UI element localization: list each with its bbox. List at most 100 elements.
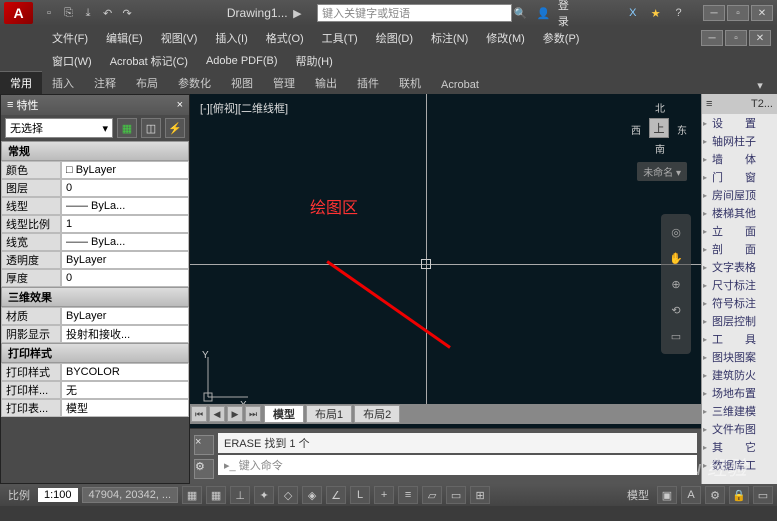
doc-maximize-button[interactable]: ▫ <box>725 30 747 46</box>
search-input[interactable]: 键入关键字或短语 <box>317 4 512 22</box>
tab-nav-last[interactable]: ⏭ <box>245 406 261 422</box>
sb-tpy-button[interactable]: ▱ <box>422 486 442 504</box>
palette-item[interactable]: 楼梯其他 <box>702 204 777 222</box>
orbit-icon[interactable]: ⟲ <box>664 298 688 322</box>
palette-item[interactable]: 图块图案 <box>702 348 777 366</box>
tab-layout2[interactable]: 布局2 <box>354 405 400 423</box>
ribbon-tab-annotate[interactable]: 注释 <box>84 72 126 94</box>
selection-combo[interactable]: 无选择▾ <box>5 118 113 138</box>
sb-qp-button[interactable]: ▭ <box>446 486 466 504</box>
category-plotstyle[interactable]: 打印样式 <box>1 343 189 363</box>
palette-item[interactable]: 墙 体 <box>702 150 777 168</box>
sb-snap-button[interactable]: ▦ <box>182 486 202 504</box>
palette-item[interactable]: 尺寸标注 <box>702 276 777 294</box>
palette-item[interactable]: 建筑防火 <box>702 366 777 384</box>
ribbon-tab-acrobat[interactable]: Acrobat <box>431 76 489 94</box>
sb-lwt-button[interactable]: ≡ <box>398 486 418 504</box>
prop-plotstyle3-value[interactable]: 模型 <box>61 399 189 417</box>
palette-item[interactable]: 三维建模 <box>702 402 777 420</box>
prop-layer-value[interactable]: 0 <box>61 179 189 197</box>
ribbon-tab-parametric[interactable]: 参数化 <box>168 72 221 94</box>
tab-model[interactable]: 模型 <box>264 405 304 423</box>
menu-tools[interactable]: 工具(T) <box>314 27 366 49</box>
ribbon-tab-output[interactable]: 输出 <box>305 72 347 94</box>
palette-item[interactable]: 符号标注 <box>702 294 777 312</box>
close-button[interactable]: ✕ <box>751 5 773 21</box>
sb-otrack-button[interactable]: ∠ <box>326 486 346 504</box>
sb-dyn-button[interactable]: + <box>374 486 394 504</box>
sb-maximize-icon[interactable]: ▣ <box>657 486 677 504</box>
sb-3dosnap-button[interactable]: ◈ <box>302 486 322 504</box>
palette-grip-icon[interactable]: ≡ <box>706 98 712 110</box>
app-logo[interactable]: A <box>4 2 33 24</box>
command-input[interactable]: ▸_ 键入命令 <box>218 455 697 475</box>
command-options-icon[interactable]: ⚙ <box>194 459 214 479</box>
open-icon[interactable]: ⎘ <box>60 4 78 22</box>
new-icon[interactable]: ▫ <box>40 4 58 22</box>
ribbon-expand-icon[interactable]: ▾ <box>751 76 769 94</box>
help-icon[interactable]: ? <box>670 4 687 22</box>
palette-item[interactable]: 文件布图 <box>702 420 777 438</box>
sb-sc-button[interactable]: ⊞ <box>470 486 490 504</box>
coordinates[interactable]: 47904, 20342, ... <box>82 487 179 503</box>
scale-value[interactable]: 1:100 <box>38 488 78 502</box>
drawing-area[interactable]: [-][俯视][二维线框] 绘图区 Y X 上 北 南 西 东 未命名 ▾ ◎ … <box>190 94 701 484</box>
sb-annotation-icon[interactable]: A <box>681 486 701 504</box>
exchange-icon[interactable]: X <box>624 4 641 22</box>
ribbon-tab-view[interactable]: 视图 <box>221 72 263 94</box>
sb-grid-button[interactable]: ▦ <box>206 486 226 504</box>
viewcube[interactable]: 上 北 南 西 东 <box>631 100 687 156</box>
prop-linetype-value[interactable]: —— ByLa... <box>61 197 189 215</box>
redo-icon[interactable]: ↷ <box>118 4 136 22</box>
save-icon[interactable]: ⤓ <box>79 4 97 22</box>
sb-ortho-button[interactable]: ⊥ <box>230 486 250 504</box>
doc-close-button[interactable]: ✕ <box>749 30 771 46</box>
tab-nav-first[interactable]: ⏮ <box>191 406 207 422</box>
menu-acrobat-mark[interactable]: Acrobat 标记(C) <box>102 50 196 72</box>
play-icon[interactable]: ▶ <box>289 4 307 22</box>
menu-insert[interactable]: 插入(I) <box>207 27 255 49</box>
prop-plotstyle-value[interactable]: BYCOLOR <box>61 363 189 381</box>
ribbon-tab-insert[interactable]: 插入 <box>42 72 84 94</box>
menu-draw[interactable]: 绘图(D) <box>368 27 421 49</box>
prop-lweight-value[interactable]: —— ByLa... <box>61 233 189 251</box>
doc-minimize-button[interactable]: ─ <box>701 30 723 46</box>
sb-cleanscreen-icon[interactable]: ▭ <box>753 486 773 504</box>
sb-workspace-icon[interactable]: ⚙ <box>705 486 725 504</box>
ribbon-tab-home[interactable]: 常用 <box>0 71 42 94</box>
category-3d[interactable]: 三维效果 <box>1 287 189 307</box>
login-link[interactable]: 登录 <box>558 0 579 29</box>
viewcube-top[interactable]: 上 <box>649 118 669 138</box>
star-icon[interactable]: ★ <box>647 4 664 22</box>
view-label[interactable]: [-][俯视][二维线框] <box>200 100 288 116</box>
prop-shadow-value[interactable]: 投射和接收... <box>61 325 189 343</box>
menu-help[interactable]: 帮助(H) <box>288 50 341 72</box>
palette-item[interactable]: 场地布置 <box>702 384 777 402</box>
menu-parametric[interactable]: 参数(P) <box>535 27 588 49</box>
menu-modify[interactable]: 修改(M) <box>478 27 533 49</box>
prop-thickness-value[interactable]: 0 <box>61 269 189 287</box>
category-general[interactable]: 常规 <box>1 141 189 161</box>
pickadd-button[interactable]: ▦ <box>117 118 137 138</box>
view-unnamed[interactable]: 未命名 ▾ <box>637 162 687 181</box>
palette-item[interactable]: 图层控制 <box>702 312 777 330</box>
select-objects-button[interactable]: ◫ <box>141 118 161 138</box>
menu-view[interactable]: 视图(V) <box>153 27 206 49</box>
menu-dimension[interactable]: 标注(N) <box>423 27 476 49</box>
ucs-icon[interactable]: Y X <box>202 353 252 406</box>
menu-adobe-pdf[interactable]: Adobe PDF(B) <box>198 52 286 70</box>
quick-select-button[interactable]: ⚡ <box>165 118 185 138</box>
minimize-button[interactable]: ─ <box>703 5 725 21</box>
maximize-button[interactable]: ▫ <box>727 5 749 21</box>
menu-edit[interactable]: 编辑(E) <box>98 27 151 49</box>
binoculars-icon[interactable]: 🔍 <box>512 4 529 22</box>
showmotion-icon[interactable]: ▭ <box>664 324 688 348</box>
command-close-icon[interactable]: × <box>194 435 214 455</box>
ribbon-tab-layout[interactable]: 布局 <box>126 72 168 94</box>
ribbon-tab-manage[interactable]: 管理 <box>263 72 305 94</box>
menu-file[interactable]: 文件(F) <box>44 27 96 49</box>
tab-layout1[interactable]: 布局1 <box>306 405 352 423</box>
ribbon-tab-addins[interactable]: 插件 <box>347 72 389 94</box>
palette-item[interactable]: 剖 面 <box>702 240 777 258</box>
prop-ltscale-value[interactable]: 1 <box>61 215 189 233</box>
